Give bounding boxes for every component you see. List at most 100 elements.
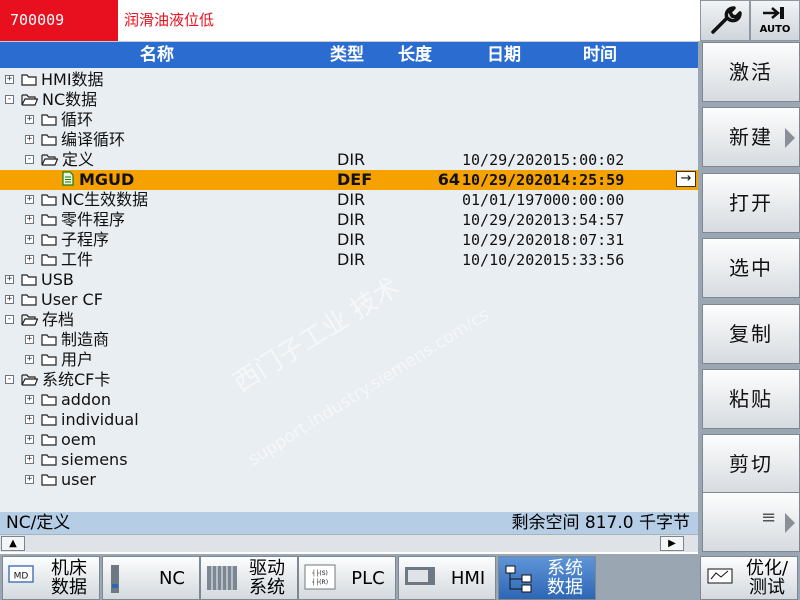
item-name: 零件程序 <box>61 210 126 229</box>
tab-label: NC <box>158 568 186 589</box>
auto-mode-button[interactable]: AUTO <box>750 0 800 41</box>
col-length[interactable]: 长度 <box>398 42 432 68</box>
item-name: 循环 <box>61 110 94 129</box>
folder-row[interactable]: - 存档 <box>0 310 698 330</box>
expand-icon[interactable]: + <box>25 235 34 244</box>
collapse-icon[interactable]: - <box>5 95 14 104</box>
wrench-button[interactable] <box>700 0 750 41</box>
expand-icon[interactable]: + <box>5 275 14 284</box>
file-tree[interactable]: + HMI数据 - NC数据 + 循环 + 编译循环 - 定义 DIR 10/29/2020 15:00… <box>0 68 698 512</box>
softkey-1[interactable]: 激活 <box>702 42 800 102</box>
folder-row[interactable]: + addon <box>0 390 698 410</box>
folder-icon <box>21 291 37 311</box>
softkey-2[interactable]: 新建 <box>702 107 800 167</box>
tab-nc[interactable]: NC <box>102 556 200 600</box>
item-date: 10/29/2020 <box>462 211 553 229</box>
expand-icon[interactable]: + <box>5 75 14 84</box>
folder-icon <box>41 131 57 151</box>
softkey-7[interactable]: 剪切 <box>702 434 800 494</box>
collapse-icon[interactable]: - <box>25 155 34 164</box>
expand-icon[interactable]: + <box>25 475 34 484</box>
horizontal-scrollbar[interactable]: ▲ ▶ <box>0 534 698 552</box>
tab-hmi[interactable]: HMI <box>398 556 496 600</box>
softkey-6[interactable]: 粘贴 <box>702 369 800 429</box>
folder-row[interactable]: + individual <box>0 410 698 430</box>
item-name-cell: siemens <box>41 450 128 470</box>
folder-row[interactable]: + user <box>0 470 698 490</box>
scroll-left-button[interactable]: ▲ <box>1 536 25 551</box>
folder-row[interactable]: + 制造商 <box>0 330 698 350</box>
collapse-icon[interactable]: - <box>5 315 14 324</box>
item-name: MGUD <box>79 170 135 189</box>
scroll-right-button[interactable]: ▶ <box>660 536 684 551</box>
tab-label: HMI <box>450 568 486 589</box>
folder-row[interactable]: + 编译循环 <box>0 130 698 150</box>
expand-icon[interactable]: + <box>25 135 34 144</box>
col-name[interactable]: 名称 <box>140 42 174 68</box>
item-time: 18:07:31 <box>552 231 625 249</box>
item-type: DEF <box>337 170 373 189</box>
drive-icon <box>206 564 238 596</box>
item-name-cell: 循环 <box>41 110 93 130</box>
file-row[interactable]: MGUD DEF 64 10/29/2020 14:25:59 → <box>0 170 698 190</box>
folder-row[interactable]: + 循环 <box>0 110 698 130</box>
folder-row[interactable]: + 用户 <box>0 350 698 370</box>
collapse-icon[interactable]: - <box>5 375 14 384</box>
folder-row[interactable]: + 工件 DIR 10/10/2020 15:33:56 <box>0 250 698 270</box>
md-icon: MD <box>8 564 34 588</box>
tab-system-data[interactable]: 系统 数据 <box>498 556 596 600</box>
more-softkeys-button[interactable]: ≡ <box>702 492 800 552</box>
item-length: 64 <box>437 170 460 189</box>
softkey-5[interactable]: 复制 <box>702 304 800 364</box>
folder-row[interactable]: + oem <box>0 430 698 450</box>
free-space: 剩余空间 817.0 千字节 <box>511 513 690 533</box>
expand-icon[interactable]: + <box>25 335 34 344</box>
expand-icon[interactable]: + <box>25 415 34 424</box>
item-date: 10/29/2020 <box>462 171 553 189</box>
col-type[interactable]: 类型 <box>330 42 364 68</box>
expand-icon[interactable]: + <box>25 255 34 264</box>
item-date: 10/10/2020 <box>462 251 553 269</box>
chevron-right-icon <box>785 513 795 533</box>
tab-plc[interactable]: ┤├(S) ┤├(R) PLC <box>298 556 396 600</box>
open-arrow-icon[interactable]: → <box>676 171 696 187</box>
folder-row[interactable]: - NC数据 <box>0 90 698 110</box>
folder-row[interactable]: + 零件程序 DIR 10/29/2020 13:54:57 <box>0 210 698 230</box>
folder-row[interactable]: + HMI数据 <box>0 70 698 90</box>
item-name-cell: NC数据 <box>21 90 97 110</box>
col-time[interactable]: 时间 <box>583 42 617 68</box>
alarm-text: 润滑油液位低 <box>124 11 215 29</box>
item-date: 10/29/2020 <box>462 151 553 169</box>
folder-row[interactable]: + NC生效数据 DIR 01/01/1970 00:00:00 <box>0 190 698 210</box>
expand-icon[interactable]: + <box>25 395 34 404</box>
expand-icon[interactable]: + <box>25 435 34 444</box>
folder-row[interactable]: + siemens <box>0 450 698 470</box>
expand-icon[interactable]: + <box>25 115 34 124</box>
folder-row[interactable]: + User CF <box>0 290 698 310</box>
folder-row[interactable]: - 系统CF卡 <box>0 370 698 390</box>
item-name: 编译循环 <box>61 130 126 149</box>
expand-icon[interactable]: + <box>25 355 34 364</box>
item-name-cell: 编译循环 <box>41 130 125 150</box>
item-name-cell: HMI数据 <box>21 70 104 90</box>
softkey-3[interactable]: 打开 <box>702 173 800 233</box>
expand-icon[interactable]: + <box>25 195 34 204</box>
folder-icon <box>41 251 57 271</box>
expand-icon[interactable]: + <box>25 215 34 224</box>
tab-optimize[interactable]: 优化/测试 <box>700 556 798 600</box>
hmi-icon <box>404 564 436 592</box>
item-name: oem <box>61 430 97 449</box>
tab-drive[interactable]: 驱动 系统 <box>200 556 298 600</box>
item-name-cell: 零件程序 <box>41 210 125 230</box>
folder-row[interactable]: - 定义 DIR 10/29/2020 15:00:02 <box>0 150 698 170</box>
expand-icon[interactable]: + <box>5 295 14 304</box>
item-time: 00:00:00 <box>552 191 625 209</box>
expand-icon[interactable]: + <box>25 455 34 464</box>
folder-row[interactable]: + USB <box>0 270 698 290</box>
folder-icon <box>41 111 57 131</box>
folder-row[interactable]: + 子程序 DIR 10/29/2020 18:07:31 <box>0 230 698 250</box>
softkey-4[interactable]: 选中 <box>702 238 800 298</box>
col-date[interactable]: 日期 <box>487 42 521 68</box>
item-date: 10/29/2020 <box>462 231 553 249</box>
tab-md[interactable]: MD 机床 数据 <box>2 556 100 600</box>
